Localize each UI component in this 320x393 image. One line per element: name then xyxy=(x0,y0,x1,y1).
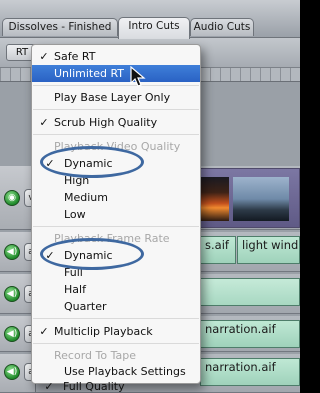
menu-item-video-low[interactable]: Low xyxy=(32,206,200,223)
menu-item-label: Unlimited RT xyxy=(54,67,125,80)
speaker-icon: ◀) xyxy=(6,367,18,377)
track-visibility-toggle[interactable]: ◉ xyxy=(4,190,20,206)
menu-item-multiclip-playback[interactable]: ✓ Multiclip Playback xyxy=(32,323,200,340)
menu-item-label: Multiclip Playback xyxy=(54,325,153,338)
menu-item-label: Scrub High Quality xyxy=(54,116,158,129)
menu-separator xyxy=(33,134,199,135)
timeline-tab-bar: Dissolves - Finished Intro Cuts Audio Cu… xyxy=(0,0,300,39)
tab-dissolves-finished[interactable]: Dissolves - Finished xyxy=(2,18,118,36)
checkmark-icon: ✓ xyxy=(39,50,49,63)
menu-separator xyxy=(33,318,199,319)
menu-item-label: Full Quality xyxy=(63,380,125,393)
menu-separator xyxy=(33,343,199,344)
menu-item-full-quality[interactable]: ✓ Full Quality xyxy=(31,378,199,393)
menu-item-frame-quarter[interactable]: Quarter xyxy=(32,298,200,315)
rt-popup-menu: ✓ Safe RT Unlimited RT Play Base Layer O… xyxy=(31,44,201,384)
menu-item-safe-rt[interactable]: ✓ Safe RT xyxy=(32,48,200,65)
menu-item-label: Safe RT xyxy=(54,50,96,63)
clip-thumbnail-sky xyxy=(233,177,289,221)
tab-intro-cuts[interactable]: Intro Cuts xyxy=(118,17,190,39)
speaker-icon: ◀) xyxy=(6,289,18,299)
speaker-icon: ◀) xyxy=(6,329,18,339)
menu-item-unlimited-rt[interactable]: Unlimited RT xyxy=(32,65,200,82)
menu-item-label: Low xyxy=(64,208,86,221)
audio-clip[interactable]: s.aif xyxy=(200,236,236,264)
menu-header-label: Record To Tape xyxy=(54,349,136,362)
menu-separator xyxy=(33,85,199,86)
final-cut-window: Dissolves - Finished Intro Cuts Audio Cu… xyxy=(0,0,300,393)
audio-clip-narration-2[interactable]: narration.aif xyxy=(200,358,300,386)
menu-item-label: Play Base Layer Only xyxy=(54,91,171,104)
menu-item-label: Medium xyxy=(64,191,108,204)
audio-clip-narration-1[interactable]: narration.aif xyxy=(200,320,300,348)
menu-separator xyxy=(33,109,199,110)
toggle-glyph: ◉ xyxy=(8,193,16,203)
highlight-oval-frame-dynamic xyxy=(40,238,144,270)
tab-audio-cuts[interactable]: Audio Cuts xyxy=(190,18,254,36)
highlight-oval-video-dynamic xyxy=(40,146,144,178)
menu-item-play-base-layer-only[interactable]: Play Base Layer Only xyxy=(32,89,200,106)
audio-toggle-4[interactable]: ◀) xyxy=(4,364,20,380)
menu-item-video-medium[interactable]: Medium xyxy=(32,189,200,206)
menu-header-record-to-tape: Record To Tape xyxy=(32,347,200,364)
menu-item-label: Quarter xyxy=(64,300,107,313)
speaker-icon: ◀) xyxy=(6,247,18,257)
audio-toggle-3[interactable]: ◀) xyxy=(4,326,20,342)
checkmark-icon: ✓ xyxy=(39,116,49,129)
checkmark-icon: ✓ xyxy=(39,325,49,338)
menu-item-scrub-high-quality[interactable]: ✓ Scrub High Quality xyxy=(32,114,200,131)
checkmark-icon: ✓ xyxy=(44,380,54,393)
menu-separator xyxy=(33,226,199,227)
audio-toggle-2[interactable]: ◀) xyxy=(4,286,20,302)
audio-clip-light-wind[interactable]: light wind.aif xyxy=(237,236,300,264)
menu-item-label: Half xyxy=(64,283,86,296)
mouse-pointer-icon xyxy=(130,66,146,87)
audio-toggle-1[interactable]: ◀) xyxy=(4,244,20,260)
menu-item-frame-half[interactable]: Half xyxy=(32,281,200,298)
